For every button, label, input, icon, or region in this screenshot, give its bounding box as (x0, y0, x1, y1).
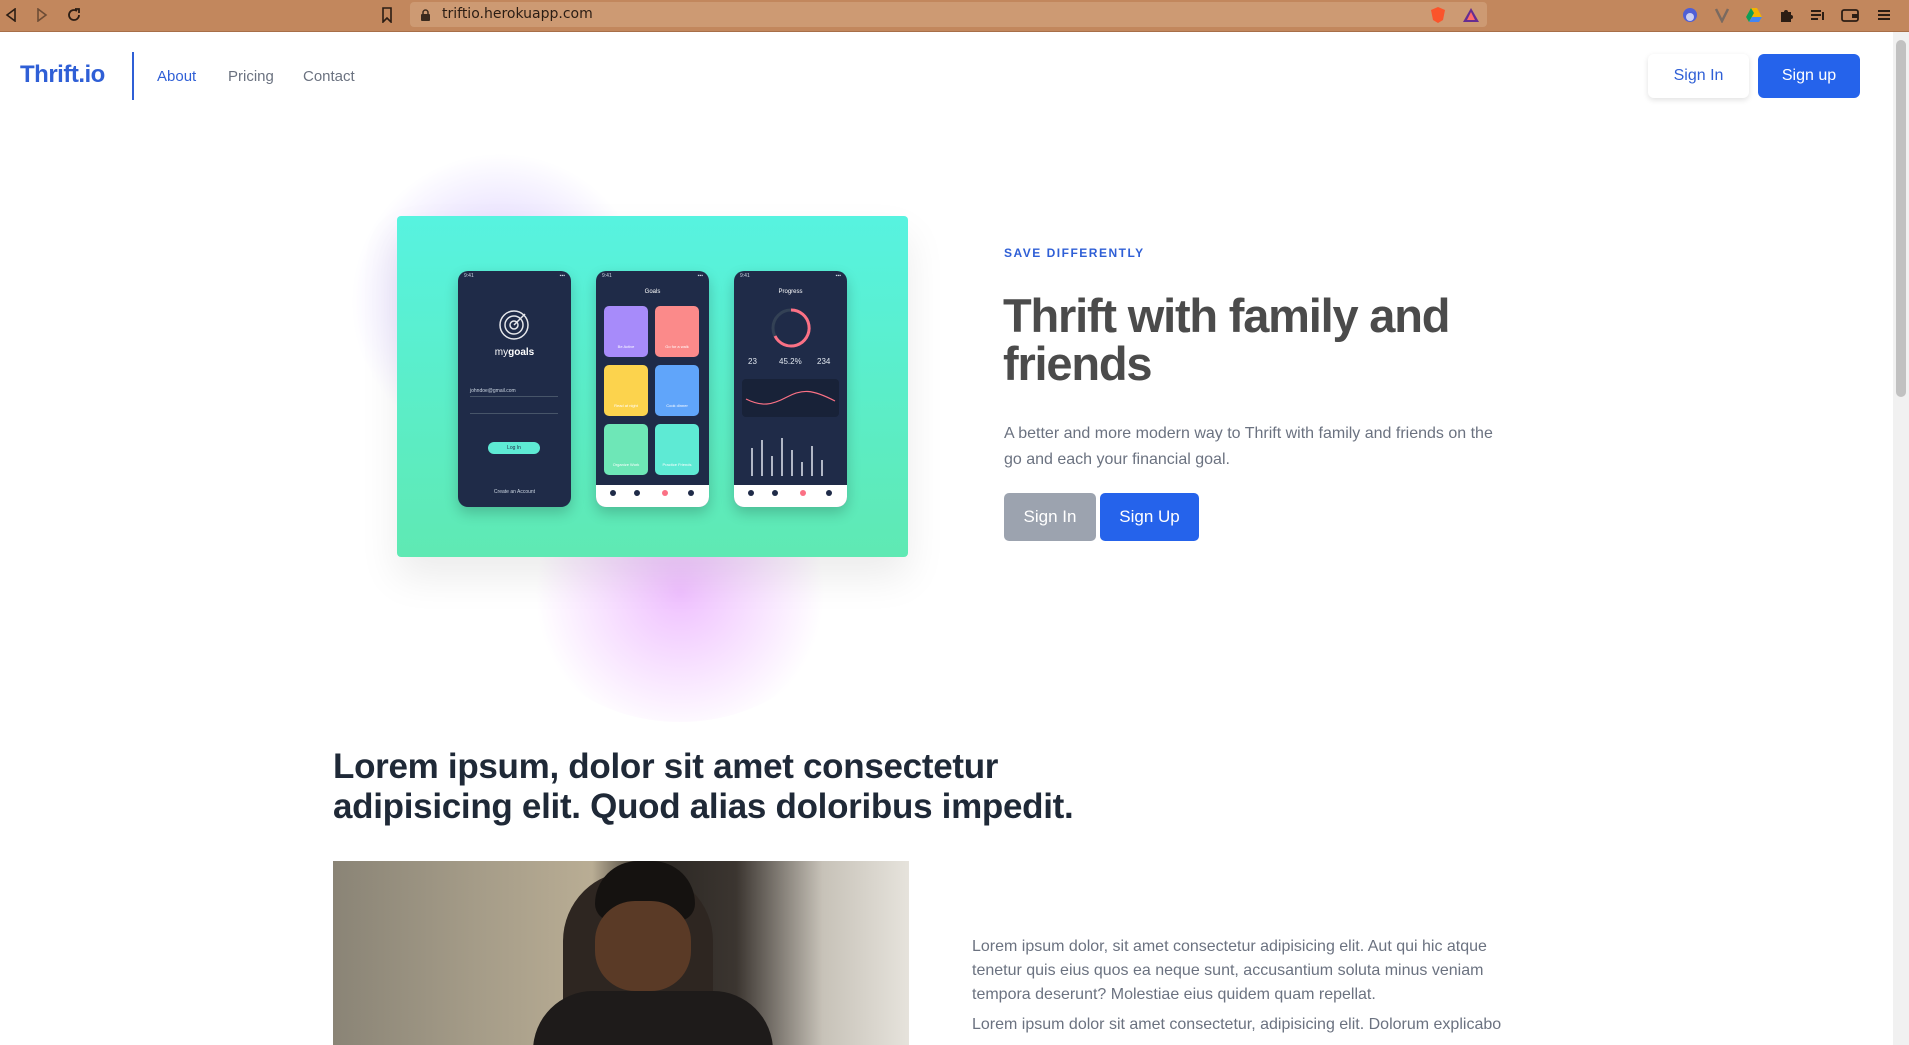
phone-login-screen: 9:41 ▪▪▪ mygoals johndoe@gmail.com Log In… (458, 271, 571, 507)
forward-icon[interactable] (31, 4, 53, 26)
create-account-link: Create an Account (493, 489, 536, 495)
stat-value: 45.2% (779, 357, 802, 366)
goal-tile: Cook dinner (655, 365, 699, 416)
hero-app-mockup: 9:41 ▪▪▪ mygoals johndoe@gmail.com Log In… (397, 216, 908, 557)
phone-tab-bar (734, 485, 847, 507)
wave-chart (742, 379, 839, 417)
stat-value: 234 (817, 357, 831, 366)
goal-tile: Read at night (604, 365, 648, 416)
extension-circle-icon[interactable] (1679, 4, 1701, 26)
bar-chart (748, 436, 834, 481)
header-sign-in-button[interactable]: Sign In (1648, 54, 1749, 98)
phone-progress-screen: 9:41 ▪▪▪ Progress 23 45.2% 234 (734, 271, 847, 507)
url-text[interactable]: triftio.herokuapp.com (442, 6, 593, 22)
goal-tile: Go for a walk (655, 306, 699, 357)
logo[interactable]: Thrift.io (20, 61, 105, 89)
target-icon (498, 309, 530, 346)
reload-icon[interactable] (63, 4, 85, 26)
hero-title: Thrift with family and friends (1003, 289, 1450, 390)
brave-shield-icon[interactable] (1427, 4, 1449, 26)
progress-title: Progress (778, 289, 803, 295)
brave-rewards-icon[interactable] (1460, 4, 1482, 26)
nav-pricing[interactable]: Pricing (228, 68, 274, 85)
hero-description: A better and more modern way to Thrift w… (1004, 425, 1493, 468)
hero-sign-up-button[interactable]: Sign Up (1100, 493, 1199, 541)
section-title: Lorem ipsum, dolor sit amet consectetur … (333, 747, 1074, 826)
browser-toolbar: triftio.herokuapp.com (0, 0, 1909, 32)
goal-tile: Organize Work (604, 424, 648, 475)
extension-v-icon[interactable] (1711, 4, 1733, 26)
hero-sign-in-button[interactable]: Sign In (1004, 493, 1096, 541)
nav-about[interactable]: About (157, 68, 196, 85)
hero-eyebrow: SAVE DIFFERENTLY (1004, 246, 1145, 260)
section-paragraph-2: Lorem ipsum dolor sit amet consectetur, … (972, 1016, 1502, 1033)
page-scrollbar[interactable] (1893, 32, 1909, 1045)
progress-ring-icon (770, 307, 812, 354)
phone-tab-bar (596, 485, 709, 507)
phone-goals-screen: 9:41 ▪▪▪ Goals Be Active Go for a walk Re… (596, 271, 709, 507)
goal-tile: Be Active (604, 306, 648, 357)
nav-contact[interactable]: Contact (303, 68, 355, 85)
scrollbar-thumb[interactable] (1896, 40, 1906, 397)
app-brand: mygoals (494, 347, 535, 358)
header-sign-up-button[interactable]: Sign up (1758, 54, 1860, 98)
goals-title: Goals (644, 289, 661, 295)
email-field: johndoe@gmail.com (470, 388, 516, 394)
wallet-icon[interactable] (1839, 4, 1861, 26)
divider (132, 52, 134, 100)
goal-tile: Practice Friends (655, 424, 699, 475)
playlist-icon[interactable] (1807, 4, 1829, 26)
drive-icon[interactable] (1743, 4, 1765, 26)
bookmark-icon[interactable] (376, 4, 398, 26)
lock-icon[interactable] (414, 4, 436, 26)
menu-icon[interactable] (1873, 4, 1895, 26)
stat-value: 23 (748, 357, 757, 366)
section-paragraph-1: Lorem ipsum dolor, sit amet consectetur … (972, 938, 1487, 1003)
page: Thrift.io About Pricing Contact Sign In … (0, 32, 1893, 1045)
login-button: Log In (488, 442, 540, 454)
back-icon[interactable] (0, 4, 22, 26)
extensions-puzzle-icon[interactable] (1775, 4, 1797, 26)
person-photo (333, 861, 909, 1045)
